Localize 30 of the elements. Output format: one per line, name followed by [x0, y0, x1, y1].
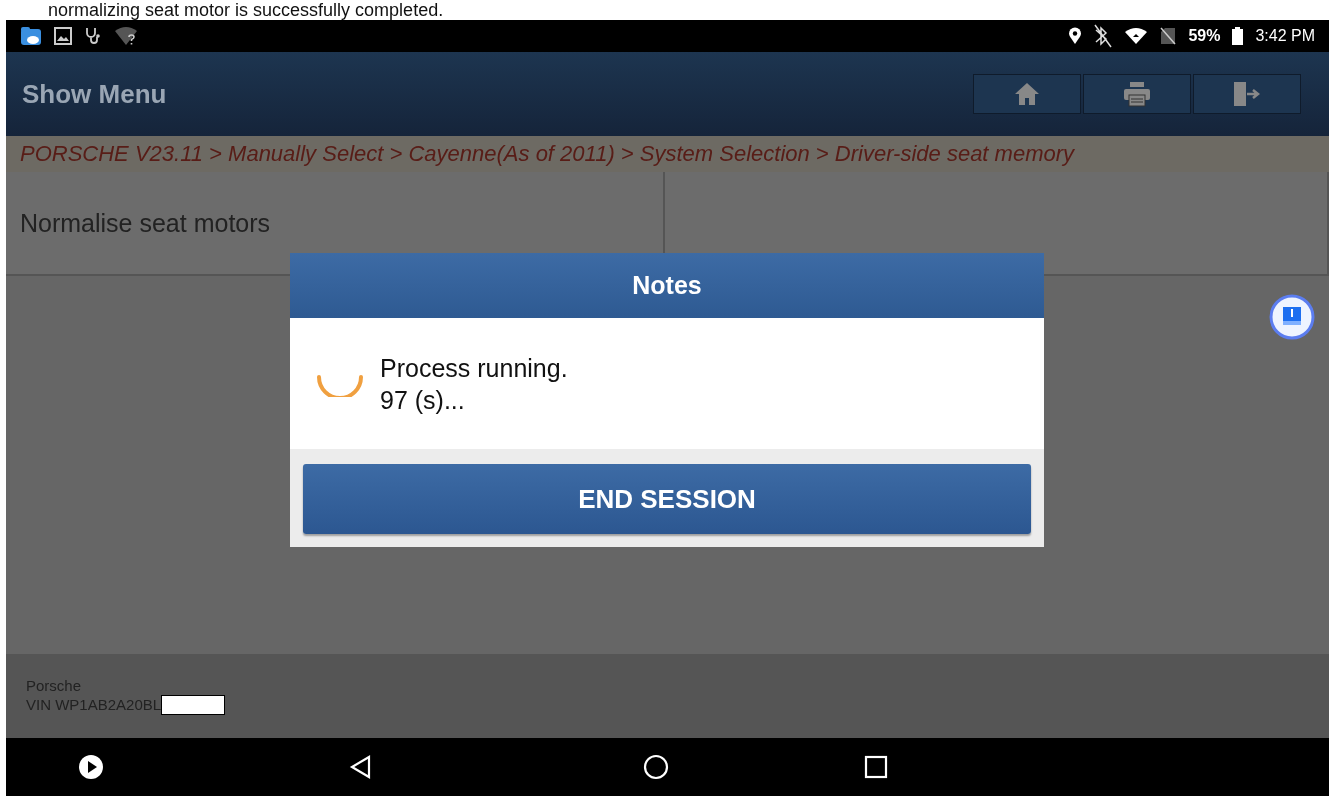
redaction-block: [161, 695, 226, 715]
clock-time: 3:42 PM: [1255, 27, 1315, 45]
show-menu-title: Show Menu: [22, 78, 167, 110]
dialog-title: Notes: [290, 253, 1044, 318]
download-badge-icon[interactable]: [1269, 294, 1315, 340]
recents-square-icon[interactable]: [864, 755, 888, 779]
exit-door-icon: [1233, 81, 1261, 107]
battery-percent: 59%: [1188, 27, 1221, 45]
back-icon[interactable]: [349, 755, 373, 779]
bluetooth-off-icon: [1094, 24, 1113, 48]
battery-icon: [1232, 27, 1244, 45]
no-sim-icon: [1160, 27, 1177, 45]
print-button[interactable]: [1083, 74, 1191, 114]
caption-text: normalizing seat motor is successfully completed.: [48, 0, 444, 20]
stethoscope-icon: [84, 27, 102, 45]
dialog-message: Process running.: [380, 352, 568, 384]
breadcrumb-path: PORSCHE V23.11 > Manually Select > Cayenne(As of 2011) > System Selection > Driver-side seat memory: [20, 141, 1075, 167]
exit-button[interactable]: [1193, 74, 1301, 114]
image-icon: [54, 27, 72, 45]
folder-app-icon: [20, 26, 42, 46]
home-button[interactable]: [973, 74, 1081, 114]
end-session-button[interactable]: END SESSION: [303, 464, 1031, 534]
home-circle-icon[interactable]: [643, 754, 669, 780]
play-icon[interactable]: [78, 754, 104, 780]
printer-icon: [1123, 81, 1151, 107]
location-pin-icon: [1068, 27, 1083, 45]
dialog-message: 97 (s)...: [380, 384, 466, 416]
wifi-unknown-icon: [114, 26, 138, 46]
home-icon: [1014, 82, 1040, 106]
wifi-icon: [1124, 27, 1149, 45]
